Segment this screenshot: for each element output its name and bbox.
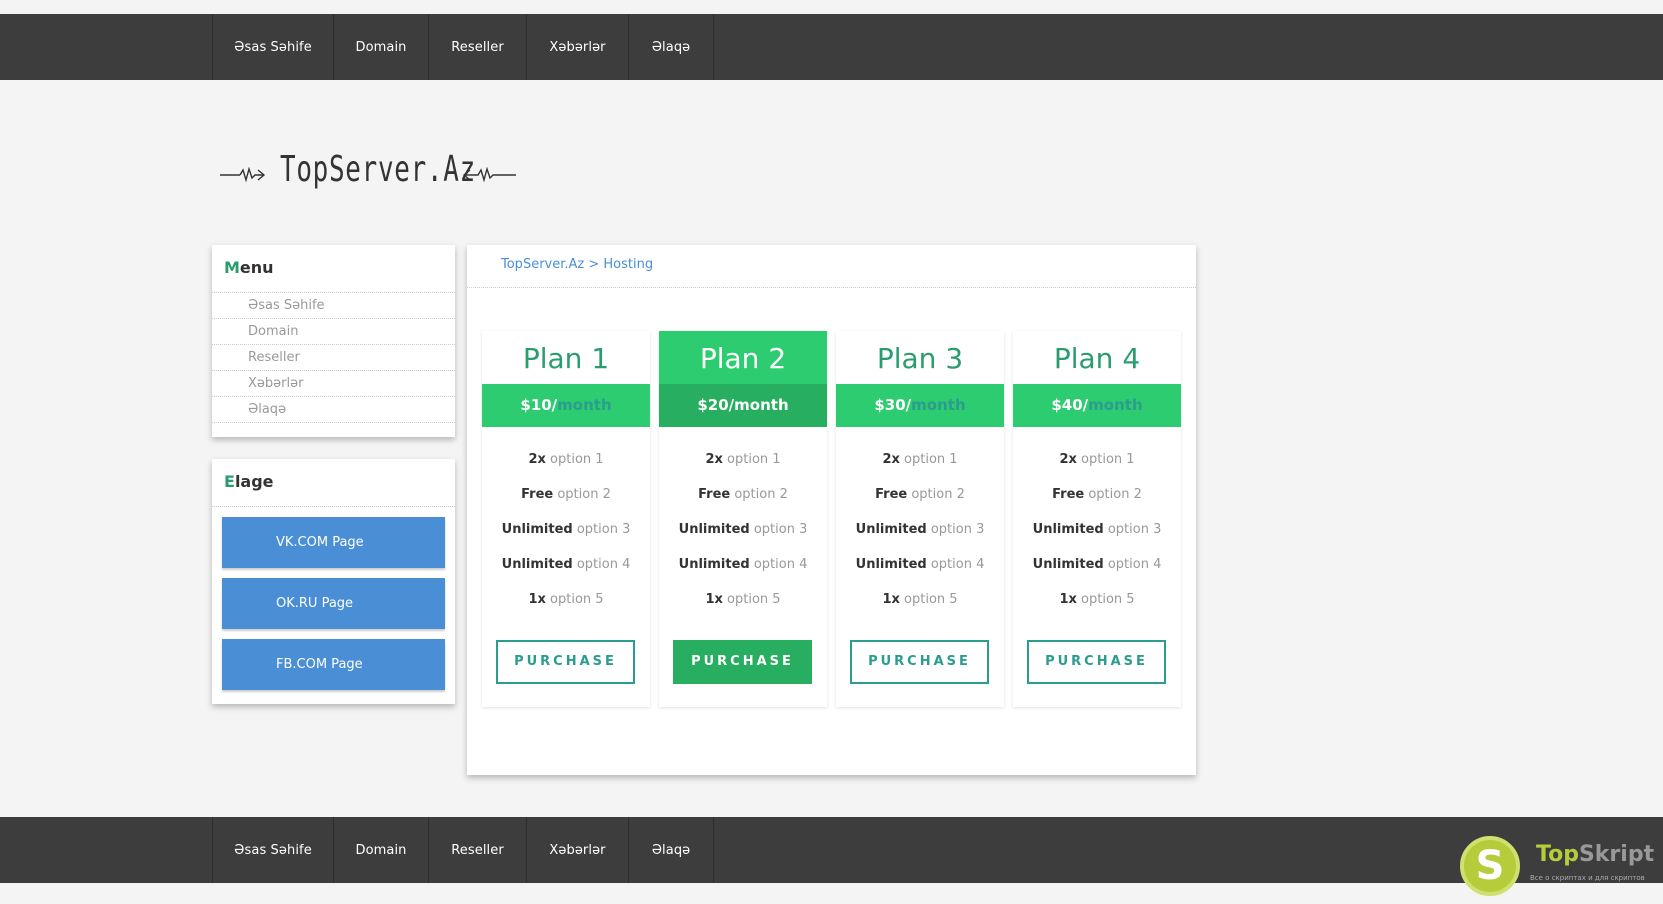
feature-item: Unlimited option 4: [678, 557, 808, 572]
feature-item: Free option 2: [698, 487, 788, 502]
plan-features: 2x option 1 Free option 2 Unlimited opti…: [659, 427, 827, 625]
feature-item: 1x option 5: [528, 592, 604, 607]
pricing-plans: Plan 1 $10/month 2x option 1 Free option…: [482, 331, 1190, 707]
plan-price: $10/month: [482, 384, 650, 427]
feature-item: 2x option 1: [528, 452, 604, 467]
feature-item: 1x option 5: [882, 592, 958, 607]
plan-price: $30/month: [836, 384, 1004, 427]
plan-features: 2x option 1 Free option 2 Unlimited opti…: [1013, 427, 1181, 625]
feature-item: 1x option 5: [1059, 592, 1135, 607]
bottom-nav-list: Əsas Səhife Domain Reseller Xəbərlər Əla…: [212, 817, 714, 883]
top-navigation-bar: Əsas Səhife Domain Reseller Xəbərlər Əla…: [0, 14, 1663, 80]
elage-panel-title: Elage: [212, 459, 455, 507]
feature-item: Unlimited option 4: [855, 557, 985, 572]
price-amount: $30/: [874, 396, 912, 414]
plan-name: Plan 2: [659, 331, 827, 384]
price-amount: $10/: [520, 396, 558, 414]
footer-nav-item-reseller[interactable]: Reseller: [428, 817, 526, 883]
plan-price: $40/month: [1013, 384, 1181, 427]
breadcrumb-current[interactable]: Hosting: [603, 257, 653, 272]
plan-features: 2x option 1 Free option 2 Unlimited opti…: [836, 427, 1004, 625]
plan-price: $20/month: [659, 384, 827, 427]
plan-card-3: Plan 3 $30/month 2x option 1 Free option…: [836, 331, 1004, 707]
watermark-tagline: Все о скриптах и для скриптов: [1530, 874, 1645, 882]
footer-nav-item-news[interactable]: Xəbərlər: [526, 817, 628, 883]
feature-item: 2x option 1: [882, 452, 958, 467]
topskript-watermark: S TopSkript Все о скриптах и для скрипто…: [1460, 836, 1660, 896]
breadcrumb: TopServer.Az > Hosting: [467, 245, 1196, 288]
feature-item: Free option 2: [521, 487, 611, 502]
vk-page-button[interactable]: VK.COM Page: [222, 517, 445, 568]
purchase-button[interactable]: PURCHASE: [496, 640, 635, 684]
feature-item: Unlimited option 3: [678, 522, 808, 537]
ok-page-button[interactable]: OK.RU Page: [222, 578, 445, 629]
price-period: month: [911, 396, 966, 414]
plan-name: Plan 3: [876, 342, 964, 375]
menu-list: Əsas Səhife Domain Reseller Xəbərlər Əla…: [212, 293, 455, 423]
purchase-button[interactable]: PURCHASE: [673, 640, 812, 684]
plan-name: Plan 4: [1053, 342, 1141, 375]
feature-item: Free option 2: [1052, 487, 1142, 502]
nav-item-domain[interactable]: Domain: [333, 14, 428, 80]
plan-name: Plan 1: [522, 342, 610, 375]
feature-item: Unlimited option 4: [501, 557, 631, 572]
bottom-navigation-bar: Əsas Səhife Domain Reseller Xəbərlər Əla…: [0, 817, 1663, 883]
feature-item: 1x option 5: [705, 592, 781, 607]
title-rest: lage: [234, 472, 274, 491]
nav-item-news[interactable]: Xəbərlər: [526, 14, 628, 80]
price-amount: $20/: [697, 396, 735, 414]
feature-item: Unlimited option 3: [501, 522, 631, 537]
title-rest: enu: [239, 258, 274, 277]
footer-nav-item-home[interactable]: Əsas Səhife: [212, 817, 333, 883]
title-initial: E: [224, 472, 235, 491]
site-logo[interactable]: TopServer.Az: [218, 145, 518, 201]
menu-item-reseller[interactable]: Reseller: [212, 345, 455, 371]
price-amount: $40/: [1051, 396, 1089, 414]
price-period: month: [557, 396, 612, 414]
purchase-button[interactable]: PURCHASE: [850, 640, 989, 684]
feature-item: Free option 2: [875, 487, 965, 502]
feature-item: 2x option 1: [1059, 452, 1135, 467]
breadcrumb-separator: >: [584, 257, 604, 272]
main-content-panel: TopServer.Az > Hosting Plan 1 $10/month …: [467, 245, 1196, 775]
menu-item-home[interactable]: Əsas Səhife: [212, 293, 455, 319]
plan-card-1: Plan 1 $10/month 2x option 1 Free option…: [482, 331, 650, 707]
menu-panel-title: Menu: [212, 245, 455, 293]
feature-item: Unlimited option 3: [1032, 522, 1162, 537]
price-period: month: [734, 396, 789, 414]
menu-item-news[interactable]: Xəbərlər: [212, 371, 455, 397]
menu-item-domain[interactable]: Domain: [212, 319, 455, 345]
logo-text: TopServer.Az: [280, 149, 476, 190]
purchase-button[interactable]: PURCHASE: [1027, 640, 1166, 684]
nav-item-reseller[interactable]: Reseller: [428, 14, 526, 80]
title-initial: M: [224, 258, 240, 277]
footer-nav-item-domain[interactable]: Domain: [333, 817, 428, 883]
plan-card-4: Plan 4 $40/month 2x option 1 Free option…: [1013, 331, 1181, 707]
price-period: month: [1088, 396, 1143, 414]
fb-page-button[interactable]: FB.COM Page: [222, 639, 445, 690]
menu-panel: Menu Əsas Səhife Domain Reseller Xəbərlə…: [212, 245, 455, 437]
elage-panel: Elage VK.COM Page OK.RU Page FB.COM Page: [212, 459, 455, 704]
menu-item-contact[interactable]: Əlaqə: [212, 397, 455, 423]
top-nav-list: Əsas Səhife Domain Reseller Xəbərlər Əla…: [212, 14, 714, 80]
nav-item-contact[interactable]: Əlaqə: [628, 14, 714, 80]
footer-nav-item-contact[interactable]: Əlaqə: [628, 817, 714, 883]
plan-card-2: Plan 2 $20/month 2x option 1 Free option…: [659, 331, 827, 707]
feature-item: Unlimited option 4: [1032, 557, 1162, 572]
watermark-brand: TopSkript: [1536, 842, 1655, 867]
plan-features: 2x option 1 Free option 2 Unlimited opti…: [482, 427, 650, 625]
feature-item: Unlimited option 3: [855, 522, 985, 537]
feature-item: 2x option 1: [705, 452, 781, 467]
nav-item-home[interactable]: Əsas Səhife: [212, 14, 333, 80]
topskript-logo-icon: S: [1460, 836, 1520, 896]
breadcrumb-root-link[interactable]: TopServer.Az: [501, 257, 584, 272]
